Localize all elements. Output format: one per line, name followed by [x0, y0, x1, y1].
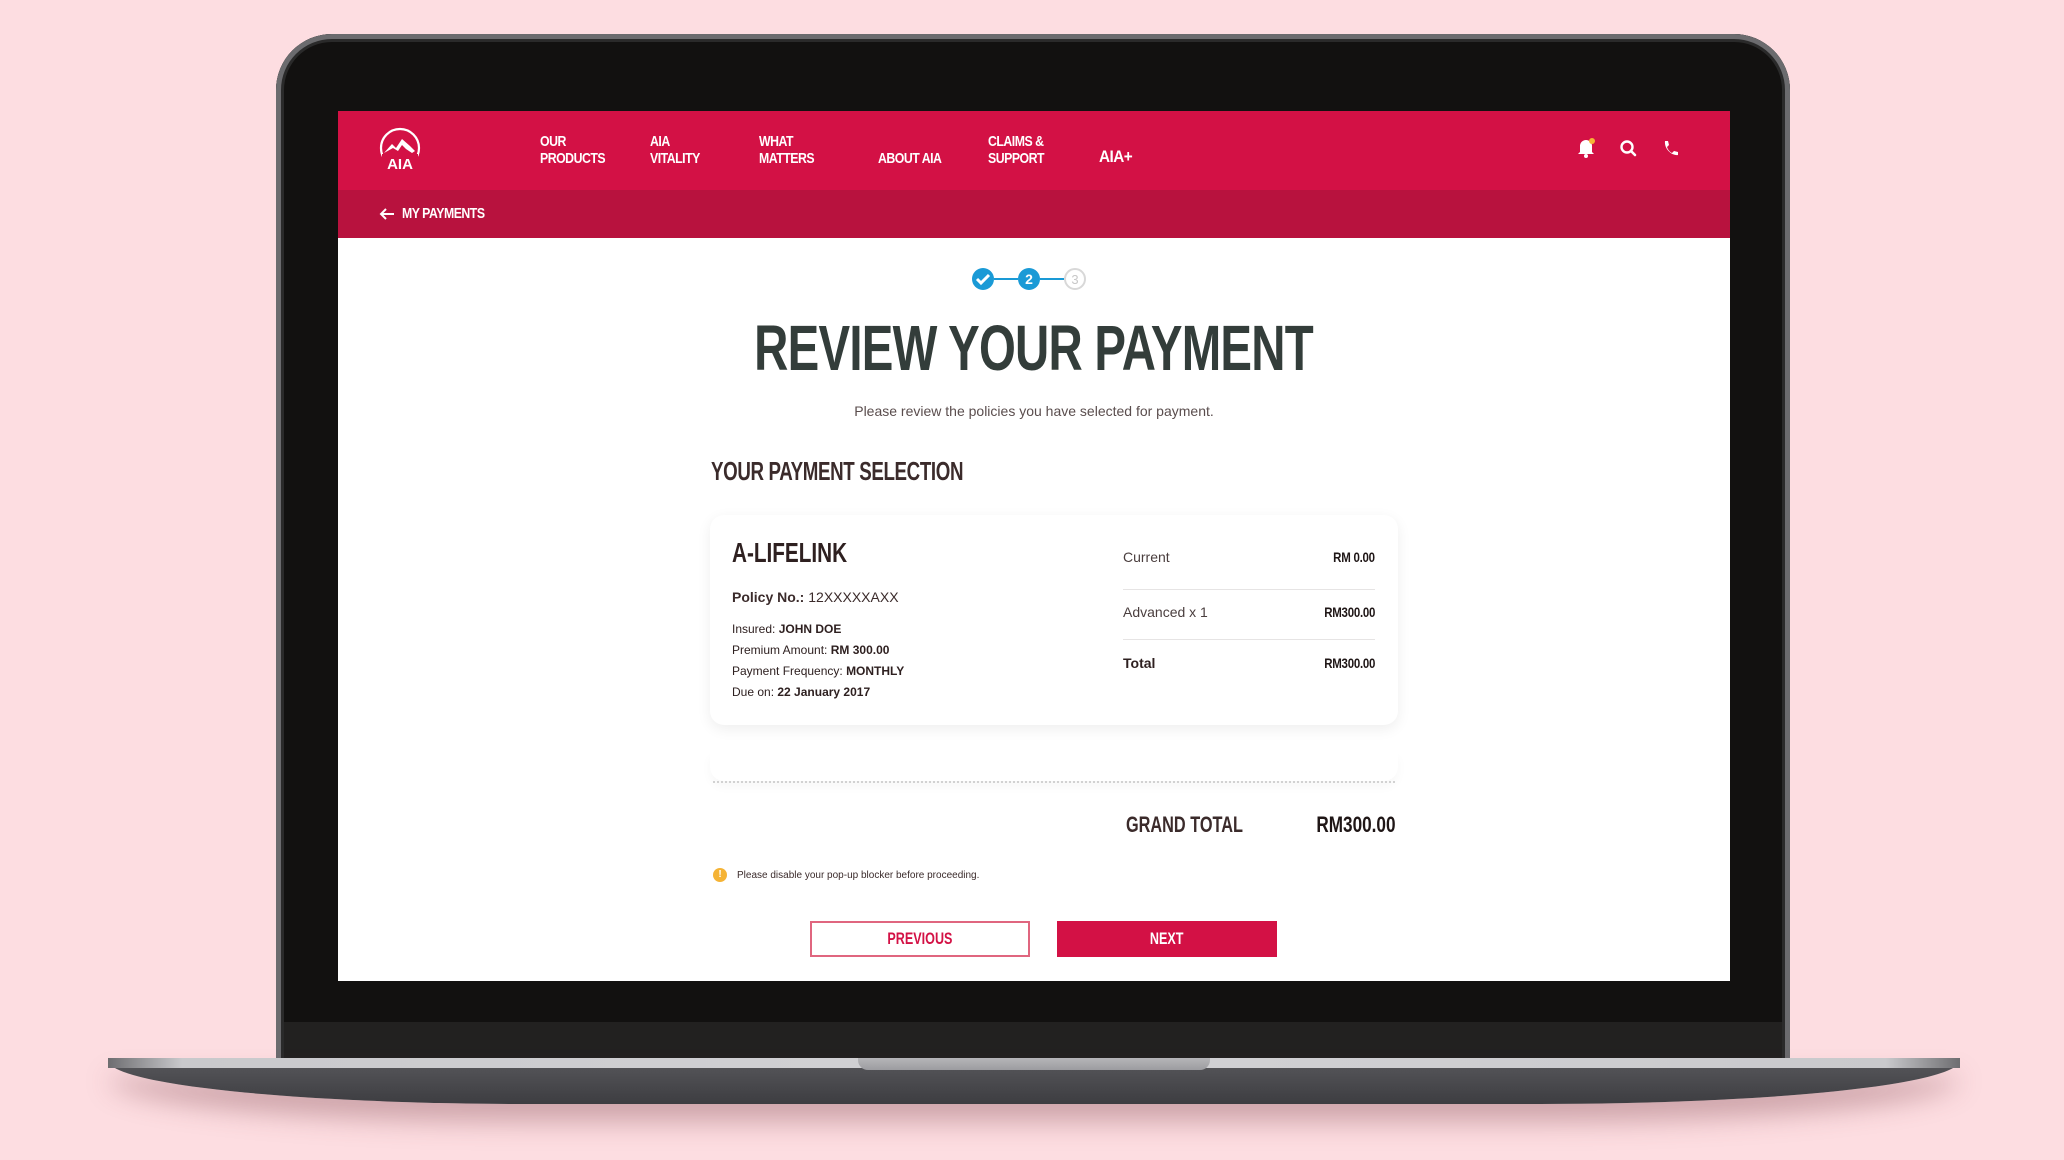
page-subtitle: Please review the policies you have sele…: [854, 403, 1214, 419]
previous-button[interactable]: PREVIOUS: [810, 921, 1030, 957]
summary-row-advanced: Advanced x 1 RM300.00: [1123, 604, 1375, 620]
browser-screen: AIA OUR PRODUCTS AIA VITALITY WHAT MATTE…: [338, 111, 1730, 981]
nav-what-matters[interactable]: WHAT MATTERS: [759, 133, 815, 167]
summary-row-total: Total RM300.00: [1123, 655, 1375, 671]
laptop-chin: [284, 1022, 1782, 1062]
summary-row-current: Current RM 0.00: [1123, 549, 1375, 565]
nav-about-aia[interactable]: ABOUT AIA: [878, 150, 942, 167]
premium-row: Premium Amount: RM 300.00: [732, 643, 890, 657]
laptop-notch: [858, 1058, 1210, 1070]
grand-total-value: RM300.00: [1316, 812, 1396, 837]
next-button[interactable]: NEXT: [1057, 921, 1277, 957]
phone-icon[interactable]: [1660, 137, 1680, 159]
nav-aia-vitality[interactable]: AIA VITALITY: [650, 133, 700, 167]
warning-text: Please disable your pop-up blocker befor…: [737, 869, 980, 881]
policy-number: Policy No.: 12XXXXXAXX: [732, 589, 899, 605]
policy-card: A-LIFELINK Policy No.: 12XXXXXAXX Insure…: [710, 515, 1398, 725]
popup-warning: ! Please disable your pop-up blocker bef…: [713, 868, 979, 882]
search-icon[interactable]: [1618, 137, 1638, 159]
back-link-label: MY PAYMENTS: [402, 205, 485, 222]
step-2-current: 2: [1018, 268, 1040, 290]
nav-icon-group: [1576, 137, 1680, 159]
due-row: Due on: 22 January 2017: [732, 685, 871, 699]
policy-details: Insured: JOHN DOE Premium Amount: RM 300…: [732, 619, 904, 703]
sub-nav: MY PAYMENTS: [338, 190, 1730, 238]
step-1-done: [972, 268, 994, 290]
frequency-row: Payment Frequency: MONTHLY: [732, 664, 905, 678]
nav-our-products[interactable]: OUR PRODUCTS: [540, 133, 606, 167]
step-3-upcoming: 3: [1064, 268, 1086, 290]
back-link[interactable]: MY PAYMENTS: [378, 205, 503, 222]
dotted-divider: [713, 781, 1395, 783]
page-title: REVIEW YOUR PAYMENT: [754, 312, 1314, 384]
svg-text:3: 3: [1071, 272, 1078, 287]
section-title: YOUR PAYMENT SELECTION: [711, 456, 964, 486]
svg-text:AIA: AIA: [387, 156, 413, 173]
grand-total-label: GRAND TOTAL: [1126, 812, 1243, 837]
main-nav: AIA OUR PRODUCTS AIA VITALITY WHAT MATTE…: [338, 111, 1730, 190]
card-underlay: [710, 751, 1398, 781]
svg-text:2: 2: [1025, 271, 1033, 287]
aia-logo[interactable]: AIA: [378, 127, 422, 173]
summary-divider: [1123, 589, 1375, 590]
insured-row: Insured: JOHN DOE: [732, 622, 842, 636]
bell-icon[interactable]: [1576, 137, 1596, 159]
warning-icon: !: [713, 868, 727, 882]
nav-claims-support[interactable]: CLAIMS & SUPPORT: [988, 133, 1045, 167]
arrow-left-icon: [379, 207, 394, 220]
policy-name: A-LIFELINK: [732, 537, 848, 568]
nav-aia-plus[interactable]: AIA+: [1099, 148, 1133, 165]
summary-divider: [1123, 639, 1375, 640]
progress-steps: 2 3: [972, 268, 1086, 290]
